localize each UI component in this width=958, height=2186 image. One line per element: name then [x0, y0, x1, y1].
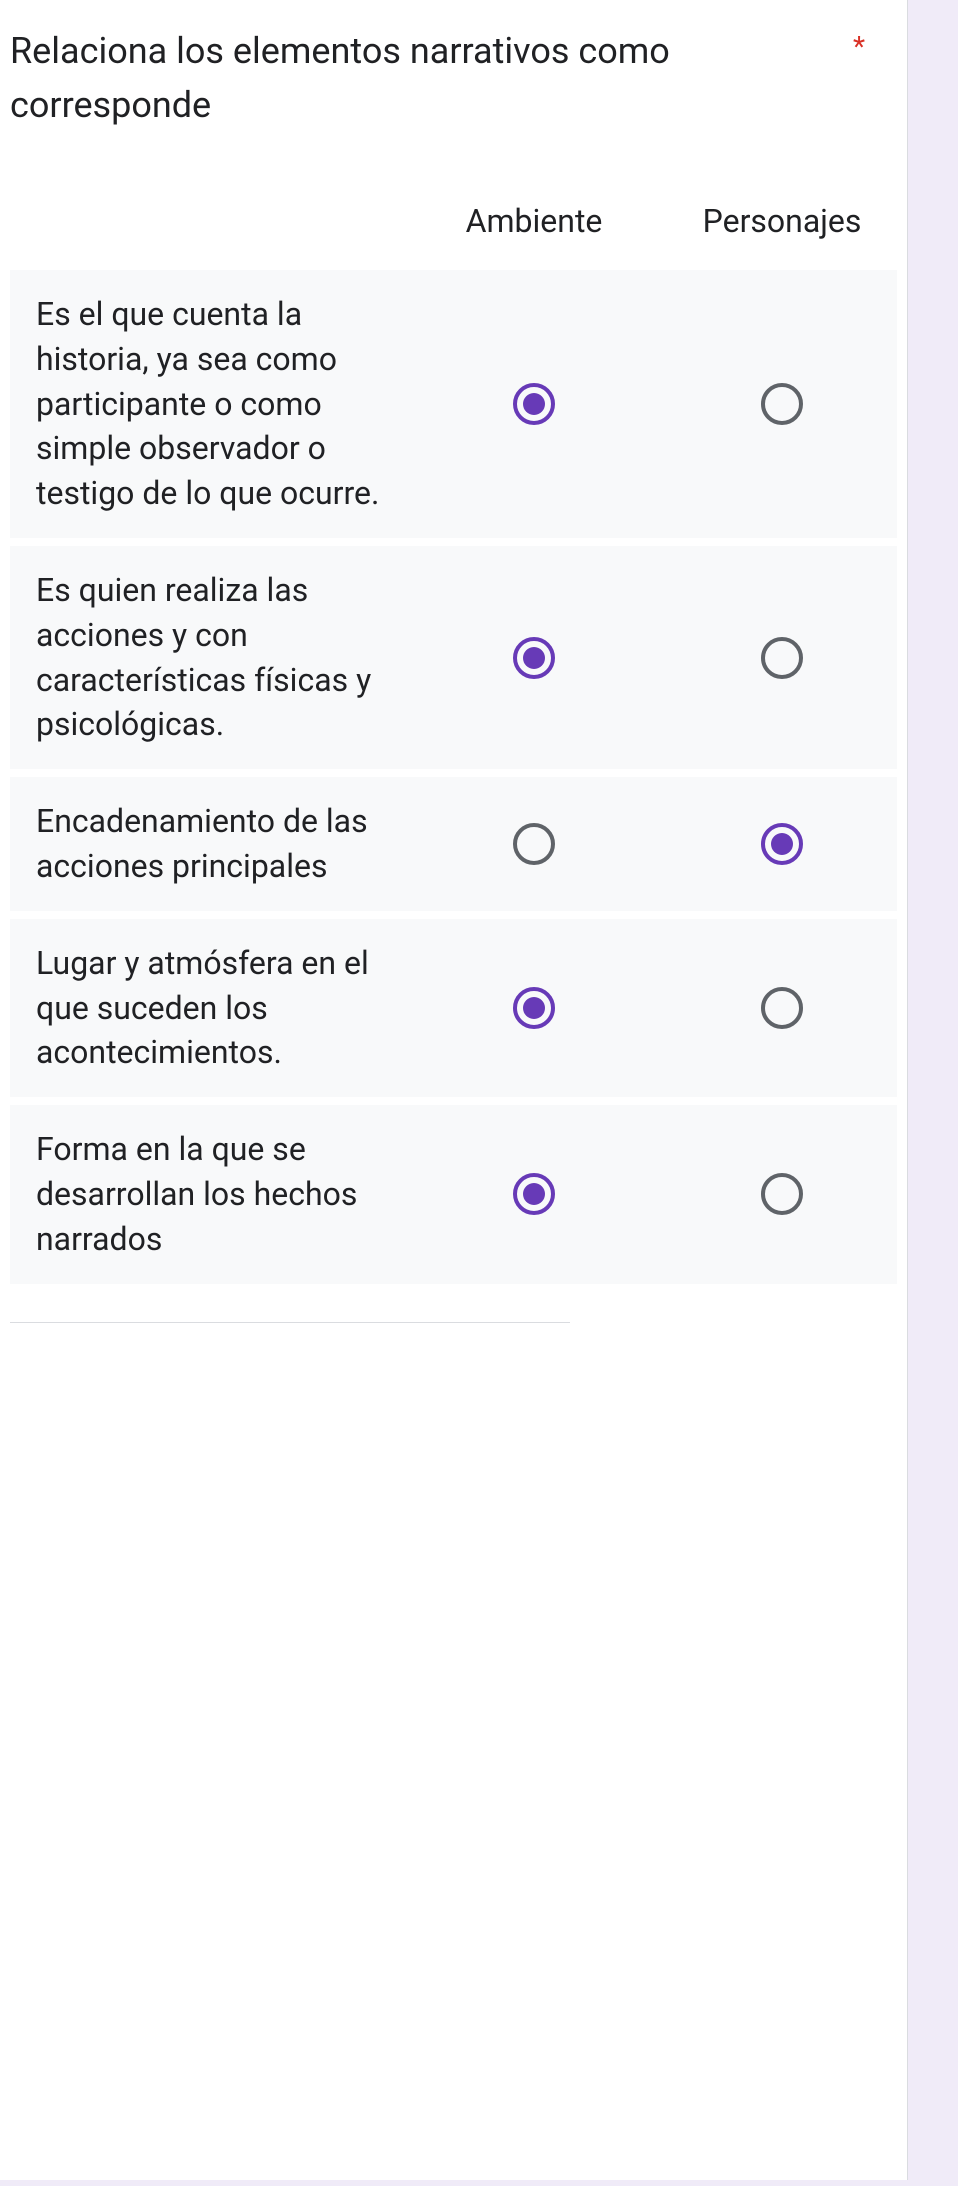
radio-option[interactable]	[761, 1173, 803, 1215]
radio-grid: Ambiente Personajes Es el que cuenta la …	[10, 172, 897, 1292]
radio-option[interactable]	[513, 637, 555, 679]
row-label: Lugar y atmósfera en el que suceden los …	[10, 941, 410, 1075]
required-indicator: *	[853, 24, 897, 63]
bottom-divider	[10, 1322, 570, 1328]
radio-option[interactable]	[761, 637, 803, 679]
grid-row: Encadenamiento de las acciones principal…	[10, 777, 897, 911]
row-label: Encadenamiento de las acciones principal…	[10, 799, 410, 889]
header-spacer	[10, 202, 410, 240]
radio-option[interactable]	[761, 987, 803, 1029]
grid-row: Forma en la que se desarrollan los hecho…	[10, 1105, 897, 1283]
radio-cell	[410, 383, 658, 425]
radio-option[interactable]	[513, 987, 555, 1029]
radio-cell	[658, 383, 897, 425]
column-header-personajes: Personajes	[658, 202, 897, 240]
grid-row: Lugar y atmósfera en el que suceden los …	[10, 919, 897, 1097]
radio-cell	[410, 823, 658, 865]
row-label: Es el que cuenta la historia, ya sea com…	[10, 292, 410, 516]
row-label: Es quien realiza las acciones y con cara…	[10, 568, 410, 747]
radio-option[interactable]	[513, 1173, 555, 1215]
form-card: Relaciona los elementos narrativos como …	[0, 0, 908, 2180]
grid-header-row: Ambiente Personajes	[10, 172, 897, 270]
radio-cell	[410, 987, 658, 1029]
column-header-ambiente: Ambiente	[410, 202, 658, 240]
radio-cell	[658, 1173, 897, 1215]
radio-cell	[658, 637, 897, 679]
radio-option[interactable]	[761, 383, 803, 425]
radio-option[interactable]	[513, 383, 555, 425]
radio-option[interactable]	[761, 823, 803, 865]
radio-option[interactable]	[513, 823, 555, 865]
grid-row: Es quien realiza las acciones y con cara…	[10, 546, 897, 769]
radio-cell	[410, 637, 658, 679]
grid-row: Es el que cuenta la historia, ya sea com…	[10, 270, 897, 538]
question-title: Relaciona los elementos narrativos como …	[10, 24, 837, 132]
radio-cell	[410, 1173, 658, 1215]
radio-cell	[658, 823, 897, 865]
question-header: Relaciona los elementos narrativos como …	[10, 24, 897, 172]
radio-cell	[658, 987, 897, 1029]
row-label: Forma en la que se desarrollan los hecho…	[10, 1127, 410, 1261]
